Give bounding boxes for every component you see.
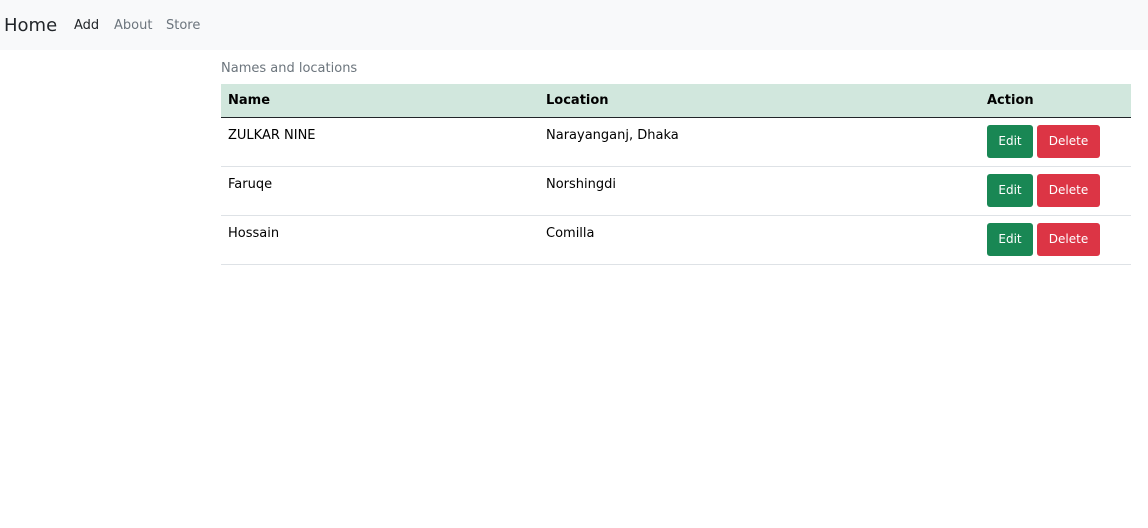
edit-button[interactable]: Edit: [987, 222, 1033, 256]
edit-button[interactable]: Edit: [987, 173, 1033, 207]
column-header-action: Action: [980, 84, 1131, 118]
names-locations-table: Name Location Action ZULKAR NINE Narayan…: [221, 84, 1131, 265]
name-text: ZULKAR NINE: [228, 127, 316, 143]
table-row: Faruqe Norshingdi Edit Delete: [221, 166, 1131, 216]
column-header-location: Location: [539, 84, 980, 118]
delete-button[interactable]: Delete: [1037, 222, 1100, 256]
nav-link-about[interactable]: About: [114, 18, 152, 34]
name-text: Hossain: [228, 225, 280, 241]
cell-location: Norshingdi: [539, 166, 980, 216]
column-header-name: Name: [221, 84, 539, 118]
cell-actions: Edit Delete: [980, 215, 1131, 265]
cell-actions: Edit Delete: [980, 166, 1131, 216]
cell-actions: Edit Delete: [980, 117, 1131, 167]
table-header: Name Location Action: [221, 84, 1131, 118]
cell-name: Faruqe: [221, 166, 539, 216]
table-row: Hossain Comilla Edit Delete: [221, 215, 1131, 265]
name-text: Faruqe: [228, 176, 273, 192]
navbar: Home Add About Store: [0, 0, 1148, 50]
cell-name: ZULKAR NINE: [221, 117, 539, 167]
nav-brand-home[interactable]: Home: [4, 15, 57, 37]
location-text: Narayanganj, Dhaka: [546, 127, 679, 143]
edit-button[interactable]: Edit: [987, 124, 1033, 158]
table-row: ZULKAR NINE Narayanganj, Dhaka Edit Delet…: [221, 117, 1131, 167]
delete-button[interactable]: Delete: [1037, 173, 1100, 207]
location-text: Norshingdi: [546, 176, 617, 192]
cell-location: Narayanganj, Dhaka: [539, 117, 980, 167]
table-body: ZULKAR NINE Narayanganj, Dhaka Edit Delet…: [221, 117, 1131, 265]
nav-link-store[interactable]: Store: [166, 18, 200, 34]
cell-location: Comilla: [539, 215, 980, 265]
delete-button[interactable]: Delete: [1037, 124, 1100, 158]
cell-name: Hossain: [221, 215, 539, 265]
table-caption: Names and locations: [221, 61, 358, 76]
location-text: Comilla: [546, 225, 595, 241]
nav-link-add[interactable]: Add: [74, 18, 99, 34]
table-header-row: Name Location Action: [221, 84, 1131, 118]
